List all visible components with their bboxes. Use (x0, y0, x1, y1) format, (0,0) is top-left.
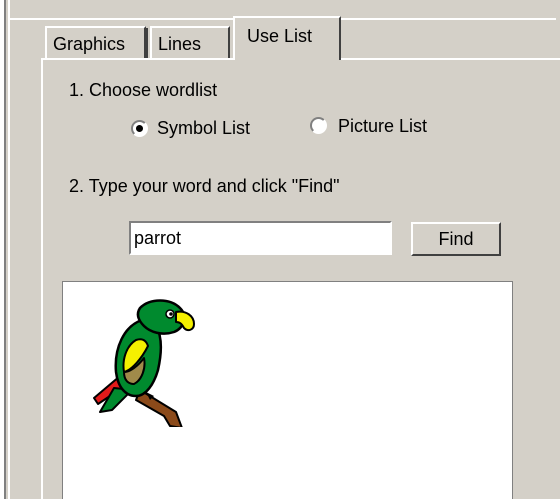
radio-selected-dot (136, 125, 143, 132)
word-search-input[interactable] (129, 221, 392, 255)
frame-highlight (8, 0, 10, 499)
window-edge-shadow (4, 0, 6, 499)
find-button[interactable]: Find (411, 222, 501, 256)
tab-use-list[interactable]: Use List (233, 16, 341, 60)
picture-list-label[interactable]: Picture List (338, 116, 427, 137)
type-word-label: 2. Type your word and click "Find" (69, 176, 340, 196)
symbol-list-label[interactable]: Symbol List (157, 118, 250, 139)
tab-graphics[interactable]: Graphics (45, 26, 146, 58)
picture-list-radio[interactable] (310, 117, 327, 134)
dialog-window: Graphics Lines Use List 1. Choose wordli… (0, 0, 560, 499)
tab-lines[interactable]: Lines (150, 26, 230, 58)
tab-divider (146, 28, 148, 58)
symbol-list-radio[interactable] (131, 120, 148, 137)
results-list[interactable] (62, 281, 513, 499)
choose-wordlist-label: 1. Choose wordlist (69, 80, 218, 100)
parrot-icon[interactable] (80, 292, 210, 429)
